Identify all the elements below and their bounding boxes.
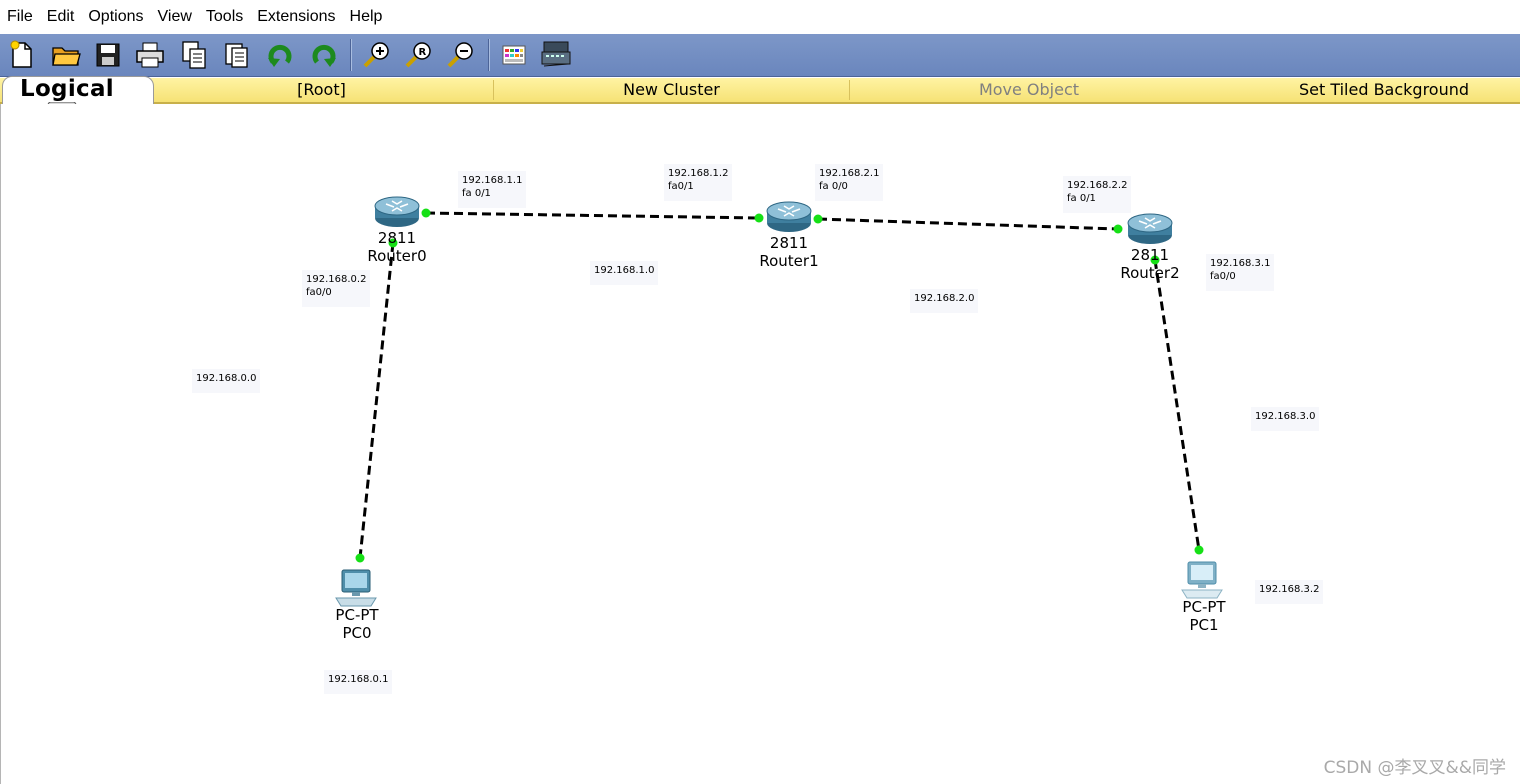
pc1-label[interactable]: PC-PT PC1 xyxy=(1154,598,1254,634)
link-r0-r1[interactable] xyxy=(425,211,760,220)
device-model: 2811 xyxy=(377,229,417,247)
port-indicator xyxy=(1194,545,1204,555)
router-icon[interactable] xyxy=(1127,213,1173,245)
pc0-label[interactable]: PC-PT PC0 xyxy=(307,606,407,642)
device-model: PC-PT xyxy=(1182,598,1226,616)
router0-label[interactable]: 2811 Router0 xyxy=(347,229,447,265)
router-icon[interactable] xyxy=(766,201,812,233)
device-name: Router1 xyxy=(759,252,819,270)
device-name: PC0 xyxy=(342,624,372,642)
port-indicator xyxy=(813,214,823,224)
note-network-1[interactable]: 192.168.1.0 xyxy=(590,261,659,285)
note-router2-fa00[interactable]: 192.168.3.1 fa0/0 xyxy=(1206,254,1275,291)
link-r2-pc1[interactable] xyxy=(1153,259,1201,551)
note-router0-fa00[interactable]: 192.168.0.2 fa0/0 xyxy=(302,270,371,307)
device-model: PC-PT xyxy=(335,606,379,624)
pc-icon[interactable] xyxy=(334,568,378,608)
router2-label[interactable]: 2811 Router2 xyxy=(1100,246,1200,282)
device-model: 2811 xyxy=(769,234,809,252)
note-pc0-ip[interactable]: 192.168.0.1 xyxy=(324,670,393,694)
note-router1-fa00[interactable]: 192.168.2.1 fa 0/0 xyxy=(815,164,884,201)
port-indicator xyxy=(1113,224,1123,234)
note-network-3[interactable]: 192.168.3.0 xyxy=(1251,407,1320,431)
note-network-2[interactable]: 192.168.2.0 xyxy=(910,289,979,313)
device-name: Router2 xyxy=(1120,264,1180,282)
device-name: Router0 xyxy=(367,247,427,265)
note-pc1-ip[interactable]: 192.168.3.2 xyxy=(1255,580,1324,604)
device-model: 2811 xyxy=(1130,246,1170,264)
note-router2-fa01[interactable]: 192.168.2.2 fa 0/1 xyxy=(1063,176,1132,213)
device-name: PC1 xyxy=(1189,616,1219,634)
note-network-0[interactable]: 192.168.0.0 xyxy=(192,369,261,393)
note-router1-fa01[interactable]: 192.168.1.2 fa0/1 xyxy=(664,164,733,201)
router1-label[interactable]: 2811 Router1 xyxy=(739,234,839,270)
router-icon[interactable] xyxy=(374,196,420,228)
watermark-text: CSDN @李叉叉&&同学 xyxy=(1323,758,1506,778)
port-indicator xyxy=(355,553,365,563)
link-r1-r2[interactable] xyxy=(817,217,1119,231)
note-router0-fa01[interactable]: 192.168.1.1 fa 0/1 xyxy=(458,171,527,208)
pc-icon[interactable] xyxy=(1180,560,1224,600)
port-indicator xyxy=(754,213,764,223)
port-indicator xyxy=(421,208,431,218)
